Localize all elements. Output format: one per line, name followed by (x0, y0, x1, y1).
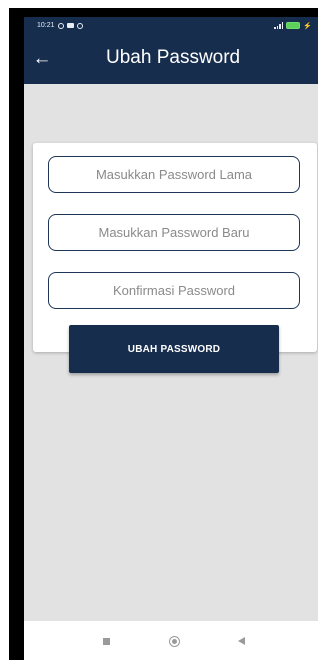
home-icon[interactable] (164, 631, 184, 651)
old-password-input[interactable] (48, 156, 300, 193)
new-password-input[interactable] (48, 214, 300, 251)
signal-icon (274, 22, 284, 29)
page-title: Ubah Password (106, 47, 241, 68)
system-nav-bar (24, 621, 318, 660)
charging-icon: ⚡ (303, 22, 312, 30)
recent-apps-icon[interactable] (96, 631, 116, 651)
change-password-button[interactable]: UBAH PASSWORD (69, 325, 279, 373)
confirm-password-input[interactable] (48, 272, 300, 309)
status-left: 10:21 (37, 22, 83, 29)
status-bar: 10:21 ⚡ (24, 17, 318, 34)
app-bar: ← Ubah Password (24, 34, 318, 84)
back-icon[interactable] (231, 631, 251, 651)
chat-icon (76, 22, 83, 29)
whatsapp-icon (57, 22, 64, 29)
status-time: 10:21 (37, 22, 55, 29)
back-arrow-icon[interactable]: ← (30, 46, 54, 70)
battery-icon (286, 22, 301, 29)
status-right: ⚡ (274, 22, 312, 30)
video-icon (66, 23, 74, 28)
password-form-card (33, 143, 317, 352)
phone-screen: 10:21 ⚡ ← Ubah Password UBAH PASSWORD (24, 17, 318, 660)
